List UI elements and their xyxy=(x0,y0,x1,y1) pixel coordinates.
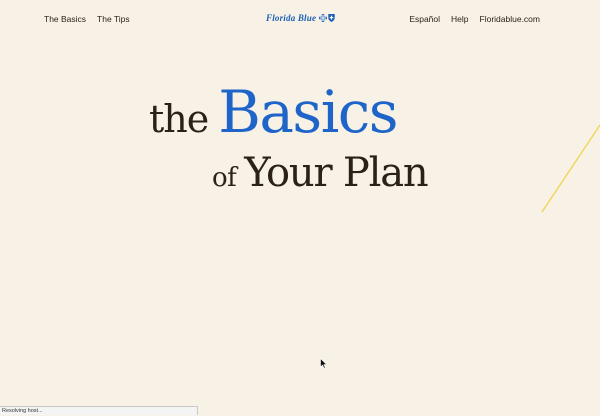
logo-wordmark: Florida Blue xyxy=(266,13,317,23)
logo-icons xyxy=(319,14,335,22)
hero-word-of: of xyxy=(212,163,237,193)
hero-headline-line2: of Your Plan xyxy=(212,150,429,196)
blue-cross-icon xyxy=(319,14,328,22)
blue-shield-icon xyxy=(328,14,335,22)
hero-word-your-plan: Your Plan xyxy=(244,150,428,196)
nav-link-the-tips[interactable]: The Tips xyxy=(97,14,130,24)
primary-nav: The Basics The Tips xyxy=(44,14,130,24)
florida-blue-logo[interactable]: Florida Blue xyxy=(266,13,335,23)
hero-word-basics: Basics xyxy=(218,78,398,146)
decorative-yellow-line xyxy=(541,124,600,213)
hero-word-the: the xyxy=(149,97,209,141)
mouse-cursor-icon xyxy=(320,358,328,369)
utility-nav: Español Help Floridablue.com xyxy=(409,14,540,24)
browser-status-bar: Resolving host... xyxy=(0,406,198,415)
nav-link-the-basics[interactable]: The Basics xyxy=(44,14,86,24)
nav-link-help[interactable]: Help xyxy=(451,14,468,24)
nav-link-floridablue-com[interactable]: Floridablue.com xyxy=(480,14,540,24)
nav-link-espanol[interactable]: Español xyxy=(409,14,440,24)
hero-headline-line1: the Basics xyxy=(149,78,398,146)
